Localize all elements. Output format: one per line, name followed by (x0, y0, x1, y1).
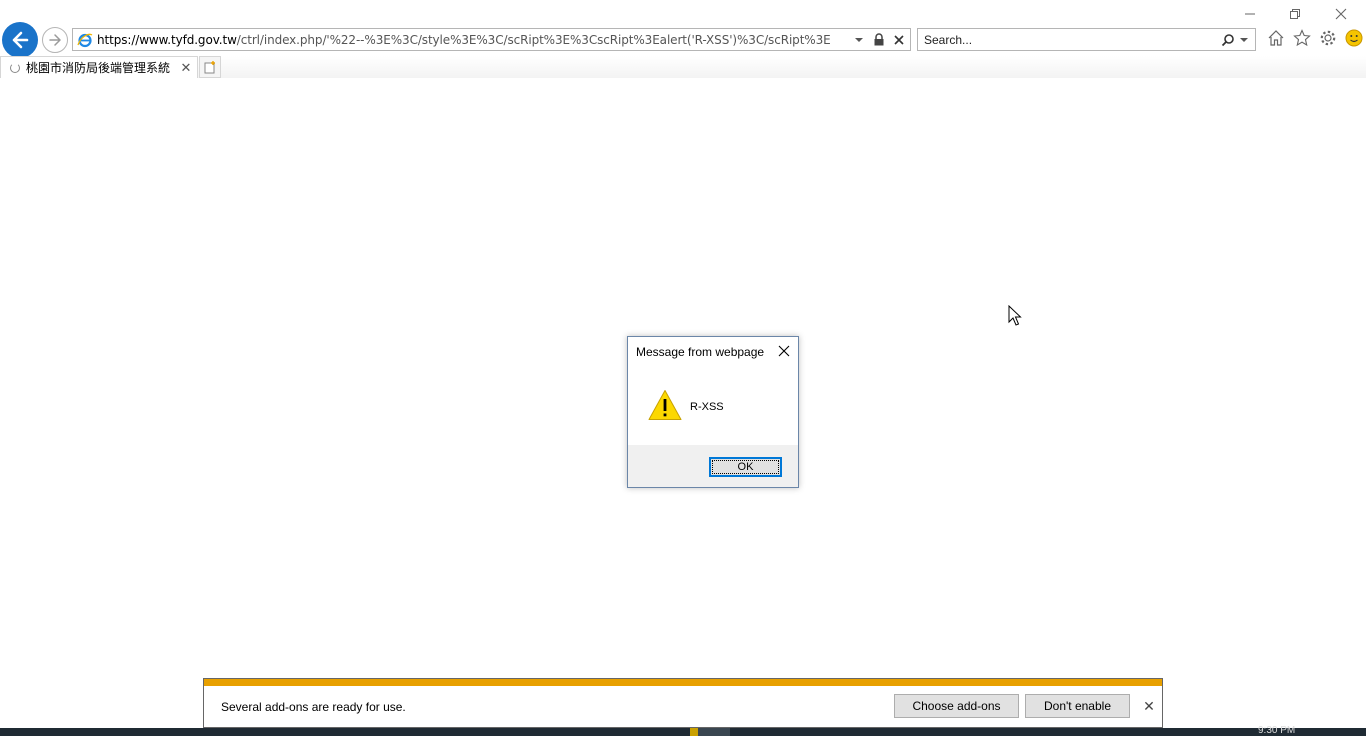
new-tab-icon (204, 61, 215, 74)
notification-accent (204, 679, 1162, 686)
minimize-icon (1245, 13, 1255, 15)
dropdown-icon[interactable] (1239, 35, 1249, 45)
notification-message: Several add-ons are ready for use. (221, 700, 406, 714)
dropdown-icon[interactable] (852, 33, 866, 47)
alert-dialog: Message from webpage R-XSS OK (627, 336, 799, 488)
restore-icon (1290, 9, 1300, 19)
home-icon[interactable] (1266, 28, 1286, 48)
dialog-message: R-XSS (690, 401, 724, 413)
url-path: /ctrl/index.php/'%22--%3E%3C/style%3E%3C… (236, 32, 831, 47)
url-text[interactable]: https://www.tyfd.gov.tw/ctrl/index.php/'… (97, 33, 852, 47)
tab-close-icon[interactable]: ✕ (179, 60, 193, 76)
warning-icon (648, 390, 682, 420)
search-input[interactable] (918, 32, 1221, 47)
smiley-feedback-icon[interactable] (1344, 28, 1364, 48)
forward-button[interactable] (42, 27, 68, 53)
lock-icon[interactable] (872, 33, 886, 47)
close-window-button[interactable] (1326, 4, 1356, 24)
taskbar-clock: 9:30 PM (1258, 725, 1296, 736)
back-button[interactable] (2, 22, 38, 58)
loading-spinner-icon (10, 62, 20, 73)
minimize-button[interactable] (1235, 4, 1265, 24)
gear-icon[interactable] (1318, 28, 1338, 48)
new-tab-button[interactable] (199, 56, 221, 78)
search-icon[interactable] (1221, 33, 1235, 47)
dont-enable-button[interactable]: Don't enable (1025, 694, 1130, 718)
ok-button[interactable]: OK (709, 457, 782, 477)
choose-addons-button[interactable]: Choose add-ons (894, 694, 1019, 718)
addons-notification-bar: Several add-ons are ready for use. Choos… (203, 678, 1163, 728)
taskbar-app-indicator[interactable] (690, 728, 698, 736)
tab-title: 桃園市消防局後端管理系統 (26, 61, 171, 75)
ie-logo-icon (77, 33, 93, 47)
dialog-title: Message from webpage (636, 345, 765, 359)
notification-close-icon[interactable]: ✕ (1142, 698, 1156, 714)
arrow-right-icon (49, 34, 61, 46)
mouse-cursor-icon (1008, 305, 1022, 326)
taskbar-app-button[interactable] (698, 728, 730, 736)
address-bar[interactable]: https://www.tyfd.gov.tw/ctrl/index.php/'… (72, 28, 911, 51)
taskbar: 9:30 PM (0, 725, 1366, 736)
restore-button[interactable] (1280, 4, 1310, 24)
stop-icon[interactable] (892, 33, 906, 47)
close-icon (778, 345, 790, 357)
arrow-left-icon (12, 31, 29, 49)
browser-chrome: https://www.tyfd.gov.tw/ctrl/index.php/'… (0, 0, 1366, 78)
star-icon[interactable] (1292, 28, 1312, 48)
tab-strip: 桃園市消防局後端管理系統 ✕ (0, 56, 1366, 78)
tab-active[interactable]: 桃園市消防局後端管理系統 ✕ (0, 56, 198, 78)
search-box[interactable] (917, 28, 1256, 51)
close-icon (1335, 8, 1347, 20)
dialog-close-button[interactable] (776, 343, 792, 359)
url-host: https://www.tyfd.gov.tw (97, 32, 237, 47)
